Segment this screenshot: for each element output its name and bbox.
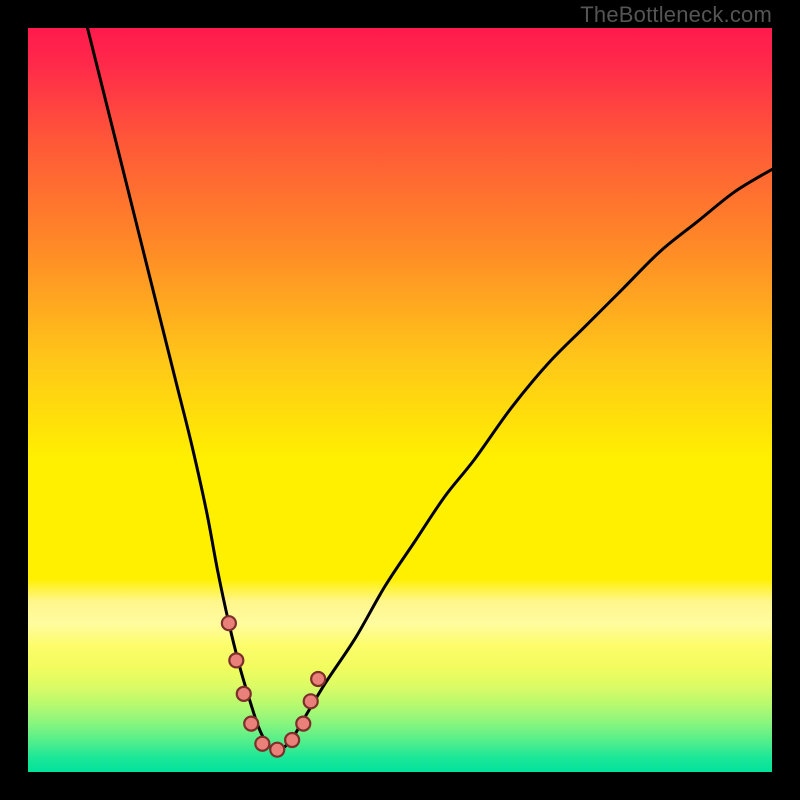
data-marker [222, 616, 236, 630]
data-marker [229, 653, 243, 667]
data-marker [296, 717, 310, 731]
data-marker [311, 672, 325, 686]
data-marker [237, 687, 251, 701]
chart-frame: TheBottleneck.com [0, 0, 800, 800]
data-marker [304, 694, 318, 708]
watermark-text: TheBottleneck.com [580, 2, 772, 28]
chart-svg [28, 28, 772, 772]
chart-background [28, 28, 772, 772]
data-marker [285, 733, 299, 747]
data-marker [244, 717, 258, 731]
data-marker [270, 743, 284, 757]
data-marker [255, 737, 269, 751]
